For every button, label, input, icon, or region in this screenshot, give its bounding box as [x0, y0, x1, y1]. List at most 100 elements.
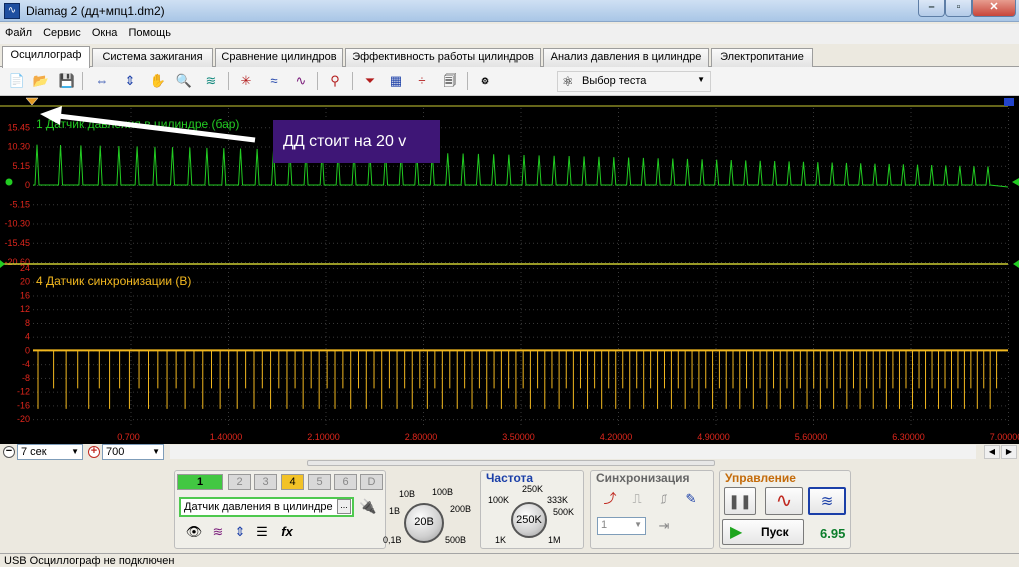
channel-button-3[interactable]: 3	[254, 474, 277, 490]
x-axis-ticks: 0.700 1.40000 2.10000 2.80000 3.50000 4.20000…	[117, 432, 1019, 442]
maximize-button[interactable]: ▫	[945, 0, 972, 17]
samples-value: 700	[106, 446, 125, 458]
channel-button-1[interactable]: 1	[177, 474, 223, 490]
waveform-icon[interactable]: ≋	[208, 523, 228, 541]
menu-bar: Файл Сервис Окна Помощь	[0, 24, 1019, 44]
scale-x-icon[interactable]: ⇔	[92, 71, 112, 91]
freq-label-333k: 333K	[547, 495, 569, 505]
falling-edge-icon[interactable]: ⎍	[627, 490, 647, 508]
multi-wave-button[interactable]: ≋	[808, 487, 846, 515]
channel-button-d[interactable]: D	[360, 474, 383, 490]
timebase-select[interactable]: 7 сек ▼	[17, 444, 83, 460]
filter-icon[interactable]: ≋	[201, 71, 221, 91]
auto-trigger-icon[interactable]: ⚲	[325, 71, 345, 91]
ch1-y-ticks: 15.4510.305.150-5.15-10.30-15.45-20.60	[4, 122, 30, 267]
x-tick-label: 7.00000	[990, 432, 1019, 442]
probe-icon[interactable]: 🔌	[358, 498, 378, 518]
browse-button[interactable]: ...	[337, 499, 351, 514]
save-icon[interactable]: 💾	[57, 71, 77, 91]
oscilloscope-app-icon: ∿	[4, 3, 20, 19]
tab-cylinder-compare[interactable]: Сравнение цилиндров	[215, 48, 343, 67]
ch4-right-marker[interactable]	[1013, 260, 1019, 268]
ch4-y-tick-label: 12	[20, 304, 30, 314]
channel-2-marker[interactable]	[1004, 98, 1014, 106]
chevron-down-icon: ▼	[634, 520, 642, 529]
line-style-icon[interactable]: ☰	[252, 523, 272, 541]
auto-icon[interactable]: ⚙	[475, 71, 495, 91]
page-icon[interactable]: 🗐	[440, 71, 460, 91]
ch4-y-tick-label: 8	[25, 318, 30, 328]
start-button[interactable]: ▶ Пуск	[722, 519, 804, 545]
volt-label-500: 500В	[445, 535, 467, 545]
menu-help[interactable]: Помощь	[123, 24, 174, 39]
close-button[interactable]: ✕	[972, 0, 1016, 17]
channel-sensor-field[interactable]: Датчик давления в цилиндре	[179, 497, 354, 517]
ch1-y-tick-label: 15.45	[7, 122, 30, 132]
freq-label-250k: 250K	[522, 484, 544, 494]
open-folder-icon[interactable]: 📂	[31, 71, 51, 91]
chevron-down-icon: ▼	[71, 447, 79, 456]
grid-icon[interactable]: ▦	[386, 71, 406, 91]
eye-icon[interactable]: 👁	[184, 523, 204, 541]
voltage-knob[interactable]: 20В	[404, 503, 444, 543]
ch1-level-marker[interactable]	[5, 178, 13, 186]
hand-icon[interactable]: ✋	[148, 71, 168, 91]
scroll-right-button[interactable]: ▶	[1001, 445, 1017, 459]
function-icon[interactable]: fx	[277, 523, 297, 541]
ch4-y-tick-label: 20	[20, 277, 30, 287]
tab-strip: Осциллограф Система зажигания Сравнение …	[0, 46, 1019, 68]
zoom-in-icon[interactable]: +	[88, 446, 100, 458]
scroll-left-button[interactable]: ◀	[984, 445, 1000, 459]
spread-icon[interactable]: ✳	[236, 71, 256, 91]
ch4-trace	[37, 350, 998, 409]
tab-power[interactable]: Электропитание	[711, 48, 813, 67]
toolbar-separator	[467, 72, 468, 90]
tab-cylinder-efficiency[interactable]: Эффективность работы цилиндров	[345, 48, 541, 67]
channel-button-5[interactable]: 5	[308, 474, 331, 490]
cursor-icon[interactable]: ÷	[412, 71, 432, 91]
scroll-track[interactable]	[170, 445, 976, 459]
channel-button-6[interactable]: 6	[334, 474, 357, 490]
samples-select[interactable]: 700 ▼	[102, 444, 164, 460]
ch1-y-tick-label: 10.30	[7, 142, 30, 152]
channel-button-2[interactable]: 2	[228, 474, 251, 490]
minimize-button[interactable]: –	[918, 0, 945, 17]
ch4-y-tick-label: -16	[17, 400, 30, 410]
sync-channel-select[interactable]: 1 ▼	[597, 517, 646, 535]
ch1-y-tick-label: -5.15	[9, 199, 30, 209]
sync-channel-value: 1	[601, 519, 608, 531]
test-select[interactable]: ⚛ Выбор теста ▼	[557, 71, 711, 92]
wave-alt-icon[interactable]: ∿	[291, 71, 311, 91]
funnel-icon[interactable]: ⏷	[360, 71, 380, 91]
tab-ignition[interactable]: Система зажигания	[92, 48, 213, 67]
new-file-icon[interactable]: 📄	[7, 71, 27, 91]
invert-icon[interactable]: ⇕	[230, 523, 250, 541]
freq-label-1m: 1M	[548, 535, 561, 545]
channel-button-4[interactable]: 4	[281, 474, 304, 490]
menu-windows[interactable]: Окна	[87, 24, 121, 39]
sine-mode-button[interactable]: ∿	[765, 487, 803, 515]
oscilloscope-view[interactable]: 1 Датчик давления в цилиндре (бар) 15.45…	[0, 96, 1019, 444]
arrows-icon[interactable]: ⇥	[654, 517, 674, 535]
menu-file[interactable]: Файл	[0, 24, 35, 39]
status-bar: USB Осциллограф не подключен	[0, 553, 1019, 567]
zoom-icon[interactable]: 🔍	[174, 71, 194, 91]
rising-edge-icon[interactable]: ⤴	[600, 490, 620, 508]
zoom-out-icon[interactable]: −	[3, 446, 15, 458]
ch4-y-tick-label: 16	[20, 290, 30, 300]
ch1-right-marker[interactable]	[1012, 178, 1019, 186]
trigger-pen-icon[interactable]: ✎	[681, 490, 701, 508]
pause-button[interactable]: ❚❚	[724, 487, 756, 515]
scale-y-icon[interactable]: ⇕	[120, 71, 140, 91]
scroll-thumb[interactable]	[307, 460, 715, 466]
tab-pressure-analysis[interactable]: Анализ давления в цилиндре	[543, 48, 709, 67]
trigger-marker[interactable]	[25, 97, 39, 106]
wave-icon[interactable]: ≈	[264, 71, 284, 91]
menu-service[interactable]: Сервис	[38, 24, 84, 39]
frequency-knob[interactable]: 250K	[511, 502, 547, 538]
tab-oscilloscope[interactable]: Осциллограф	[2, 46, 90, 68]
step-down-icon[interactable]: ⎎	[654, 490, 674, 508]
volt-label-200: 200В	[450, 504, 472, 514]
timebase-value: 7 сек	[21, 446, 47, 458]
control-value: 6.95	[820, 526, 846, 541]
